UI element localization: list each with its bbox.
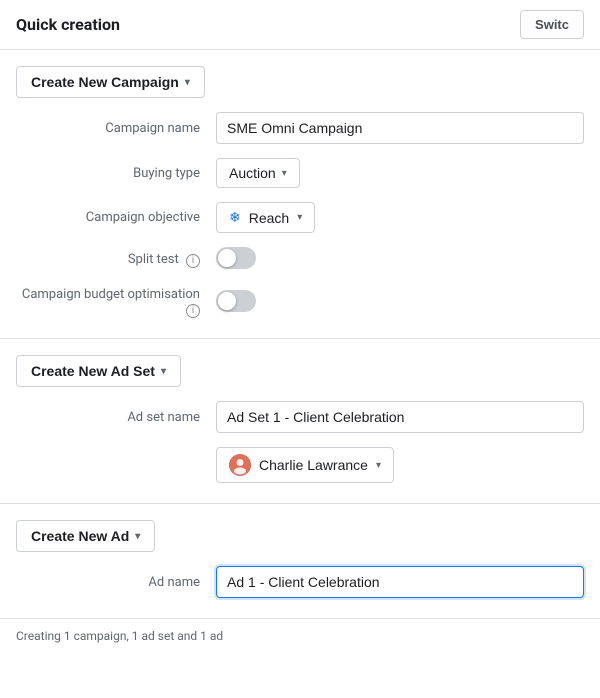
person-avatar	[229, 454, 251, 476]
campaign-objective-value: Reach	[249, 210, 289, 226]
buying-type-label: Buying type	[16, 166, 216, 181]
campaign-budget-track	[216, 290, 256, 312]
page-title: Quick creation	[16, 15, 120, 34]
campaign-budget-toggle[interactable]	[216, 290, 256, 312]
ad-section: Create New Ad ▾ Ad name	[0, 504, 600, 619]
campaign-objective-row: Campaign objective ❄ Reach ▾	[16, 202, 584, 233]
footer-status: Creating 1 campaign, 1 ad set and 1 ad	[0, 619, 600, 653]
status-text: Creating 1 campaign, 1 ad set and 1 ad	[16, 629, 223, 643]
buying-type-dropdown[interactable]: Auction ▾	[216, 158, 300, 188]
ad-name-label: Ad name	[16, 575, 216, 590]
adset-name-label: Ad set name	[16, 410, 216, 425]
adset-section: Create New Ad Set ▾ Ad set name Charlie …	[0, 339, 600, 504]
create-adset-label: Create New Ad Set	[31, 363, 155, 379]
switch-button[interactable]: Switc	[520, 10, 584, 39]
campaign-name-input[interactable]	[216, 112, 584, 144]
ad-name-row: Ad name	[16, 566, 584, 598]
split-test-thumb	[218, 249, 236, 267]
campaign-budget-thumb	[218, 292, 236, 310]
create-ad-arrow-icon: ▾	[135, 531, 140, 542]
campaign-budget-row: Campaign budget optimisation i	[16, 287, 584, 318]
create-adset-arrow-icon: ▾	[161, 366, 166, 377]
split-test-info-icon[interactable]: i	[186, 254, 200, 268]
ad-name-input[interactable]	[216, 566, 584, 598]
adset-name-row: Ad set name	[16, 401, 584, 433]
buying-type-value: Auction	[229, 165, 276, 181]
person-dropdown[interactable]: Charlie Lawrance ▾	[216, 447, 394, 483]
split-test-label: Split test i	[16, 252, 216, 268]
buying-type-row: Buying type Auction ▾	[16, 158, 584, 188]
create-campaign-label: Create New Campaign	[31, 74, 179, 90]
person-name: Charlie Lawrance	[259, 457, 368, 473]
person-arrow-icon: ▾	[376, 460, 381, 471]
create-adset-button[interactable]: Create New Ad Set ▾	[16, 355, 181, 387]
split-test-row: Split test i	[16, 247, 584, 273]
create-campaign-arrow-icon: ▾	[185, 77, 190, 88]
objective-arrow-icon: ▾	[297, 212, 302, 223]
campaign-section: Create New Campaign ▾ Campaign name Buyi…	[0, 50, 600, 339]
campaign-objective-dropdown[interactable]: ❄ Reach ▾	[216, 202, 315, 233]
header: Quick creation Switc	[0, 0, 600, 50]
campaign-name-row: Campaign name	[16, 112, 584, 144]
split-test-toggle[interactable]	[216, 247, 256, 269]
campaign-budget-info-icon[interactable]: i	[186, 304, 200, 318]
campaign-objective-label: Campaign objective	[16, 210, 216, 225]
campaign-budget-label: Campaign budget optimisation i	[16, 287, 216, 318]
adset-person-row: Charlie Lawrance ▾	[16, 447, 584, 483]
split-test-track	[216, 247, 256, 269]
adset-name-input[interactable]	[216, 401, 584, 433]
create-ad-button[interactable]: Create New Ad ▾	[16, 520, 155, 552]
create-ad-label: Create New Ad	[31, 528, 129, 544]
create-campaign-button[interactable]: Create New Campaign ▾	[16, 66, 205, 98]
objective-snowflake-icon: ❄	[229, 209, 241, 226]
buying-type-arrow-icon: ▾	[282, 168, 287, 179]
campaign-name-label: Campaign name	[16, 121, 216, 136]
